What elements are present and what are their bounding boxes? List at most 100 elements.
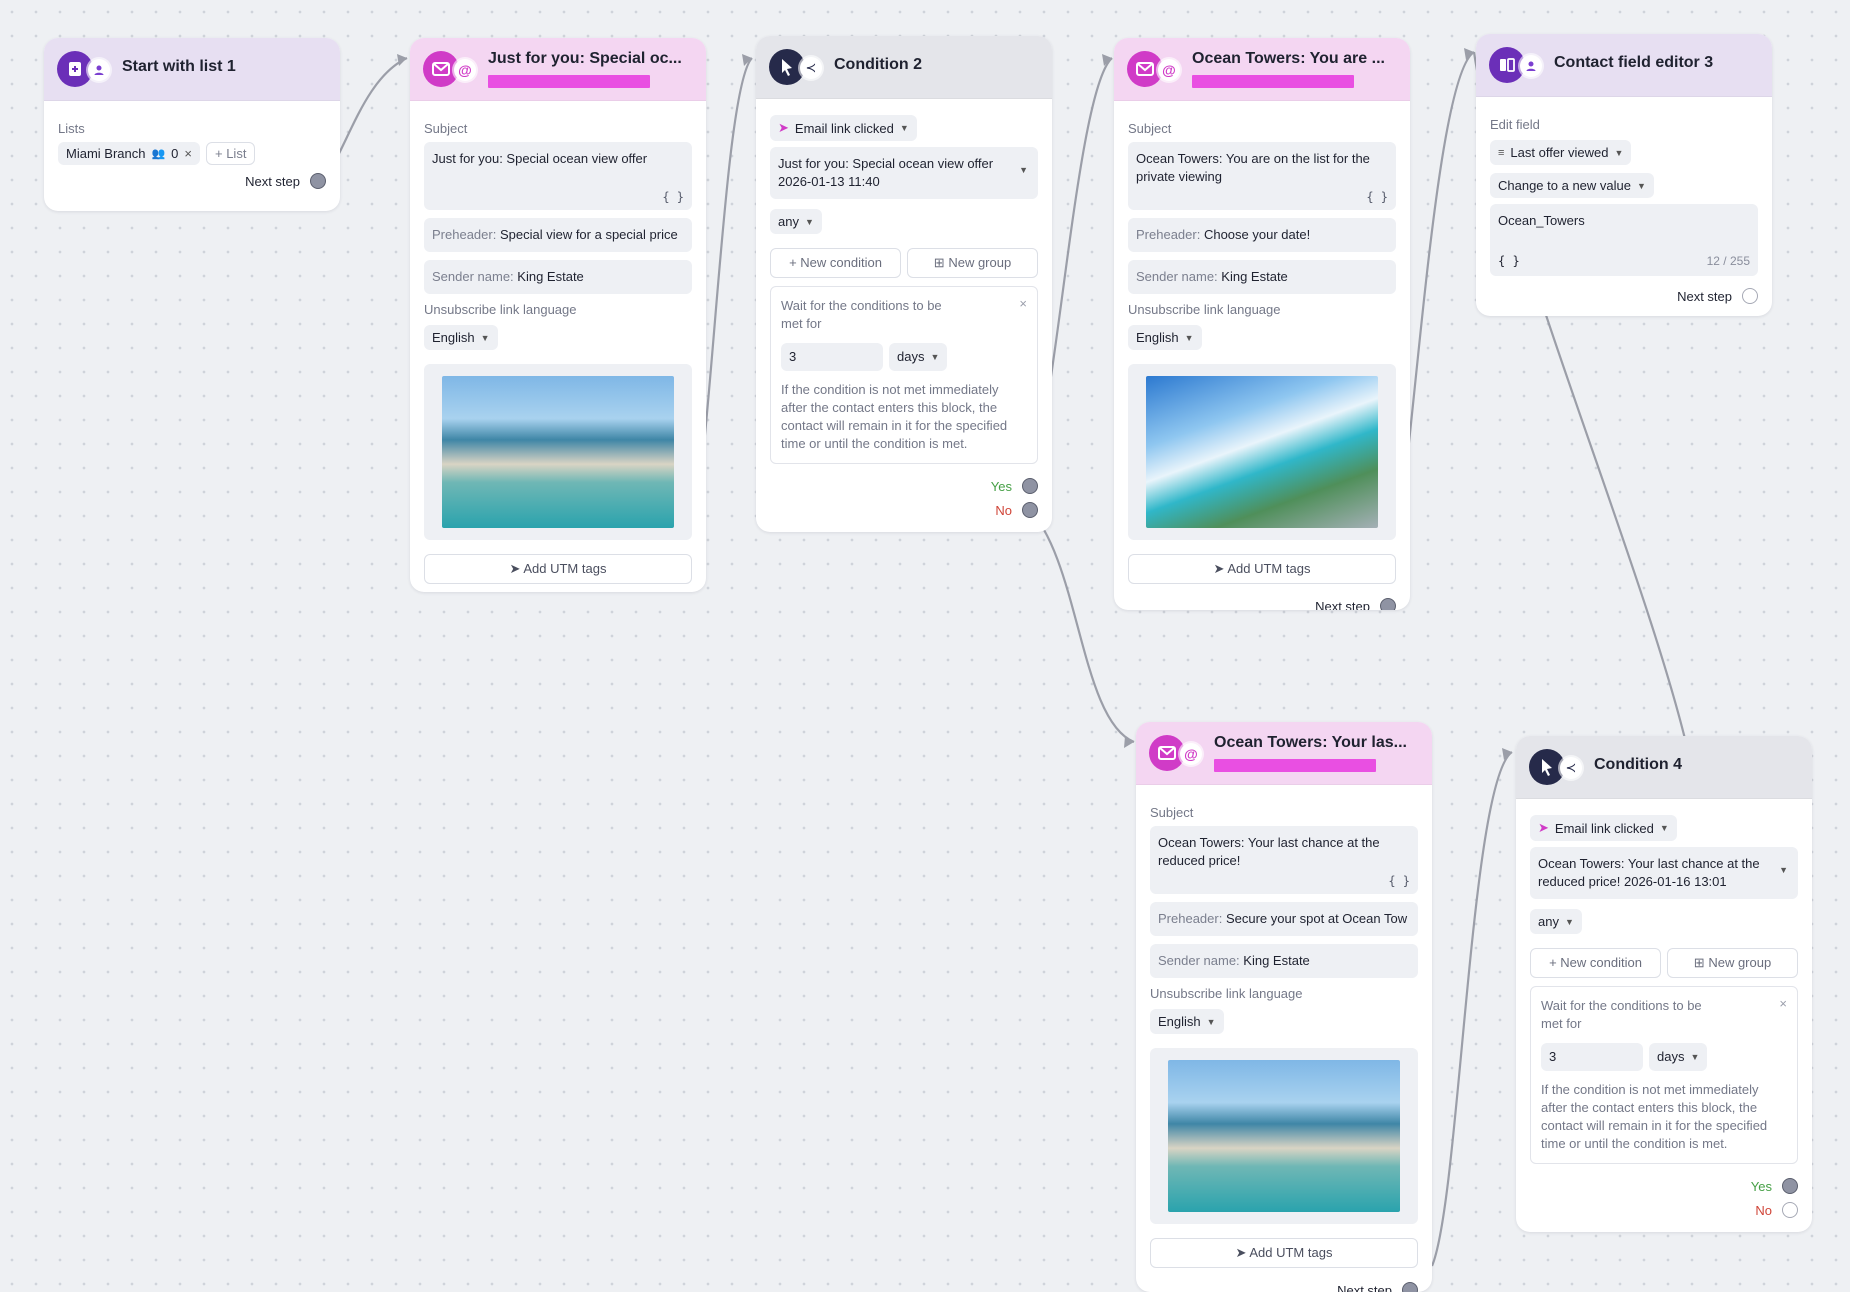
rocket-icon: ➤ [1236, 1245, 1247, 1260]
chevron-down-icon: ▼ [1637, 181, 1646, 191]
title-highlight [1214, 759, 1376, 772]
no-port[interactable] [1022, 502, 1038, 518]
close-icon[interactable]: × [184, 146, 192, 161]
condition-type-select[interactable]: ➤ Email link clicked ▼ [770, 115, 917, 141]
start-block-header[interactable]: Start with list 1 [44, 38, 340, 101]
no-row: No [1530, 1202, 1798, 1218]
add-utm-button[interactable]: ➤ Add UTM tags [1150, 1238, 1418, 1268]
condition-block-2[interactable]: ≺ Condition 2 ➤ Email link clicked ▼ Jus… [756, 36, 1052, 532]
add-list-button[interactable]: + List [206, 142, 255, 165]
chevron-down-icon: ▼ [1565, 917, 1574, 927]
yes-port[interactable] [1782, 1178, 1798, 1194]
email-block-2-header[interactable]: @ Ocean Towers: You are ... [1114, 38, 1410, 101]
preheader-field[interactable]: Preheader: Special view for a special pr… [424, 218, 692, 252]
wait-unit-value: days [897, 348, 924, 366]
link-select[interactable]: any ▼ [1530, 909, 1582, 934]
yes-row: Yes [1530, 1178, 1798, 1194]
email-reference-select[interactable]: Ocean Towers: Your last chance at the re… [1530, 847, 1798, 899]
yes-port[interactable] [1022, 478, 1038, 494]
sender-field[interactable]: Sender name: King Estate [1150, 944, 1418, 978]
email-block-3-title: Ocean Towers: Your las... [1214, 734, 1407, 752]
sender-field[interactable]: Sender name: King Estate [1128, 260, 1396, 294]
wait-unit-select[interactable]: days ▼ [889, 343, 947, 371]
connector-email3-cond4 [1432, 752, 1512, 1266]
next-step-port[interactable] [1742, 288, 1758, 304]
link-select-value: any [1538, 914, 1559, 929]
subject-field[interactable]: Just for you: Special ocean view offer {… [424, 142, 692, 210]
no-port[interactable] [1782, 1202, 1798, 1218]
preheader-field[interactable]: Preheader: Choose your date! [1128, 218, 1396, 252]
condition-block-4-header[interactable]: ≺ Condition 4 [1516, 736, 1812, 799]
preheader-value: Choose your date! [1204, 227, 1310, 242]
variables-icon[interactable]: { } [1366, 188, 1388, 206]
wait-title: Wait for the conditions to be met for [781, 297, 961, 333]
email-preview[interactable] [1128, 364, 1396, 540]
subject-field[interactable]: Ocean Towers: You are on the list for th… [1128, 142, 1396, 210]
action-select[interactable]: Change to a new value ▼ [1490, 173, 1654, 198]
chevron-down-icon: ▼ [1779, 861, 1788, 879]
share-icon: ≺ [1560, 757, 1582, 779]
wait-unit-select[interactable]: days ▼ [1649, 1043, 1707, 1071]
subject-label: Subject [424, 121, 692, 136]
contact-field-editor-block-3[interactable]: Contact field editor 3 Edit field ≡ Last… [1476, 34, 1772, 316]
chevron-down-icon: ▼ [805, 217, 814, 227]
subject-label: Subject [1128, 121, 1396, 136]
new-value-field[interactable]: Ocean_Towers { } 12 / 255 [1490, 204, 1758, 276]
sender-label: Sender name: [1136, 269, 1218, 284]
sender-label: Sender name: [432, 269, 514, 284]
wait-value-input[interactable]: 3 [1541, 1043, 1643, 1071]
subject-field[interactable]: Ocean Towers: Your last chance at the re… [1150, 826, 1418, 894]
language-select[interactable]: English ▼ [1150, 1009, 1224, 1034]
add-utm-button[interactable]: ➤ Add UTM tags [1128, 554, 1396, 584]
sender-field[interactable]: Sender name: King Estate [424, 260, 692, 294]
wait-note: If the condition is not met immediately … [781, 381, 1027, 453]
variables-icon[interactable]: { } [1388, 872, 1410, 890]
preheader-field[interactable]: Preheader: Secure your spot at Ocean Tow [1150, 902, 1418, 936]
email-preview[interactable] [424, 364, 692, 540]
title-highlight [488, 75, 650, 88]
condition-block-2-header[interactable]: ≺ Condition 2 [756, 36, 1052, 99]
wait-value-input[interactable]: 3 [781, 343, 883, 371]
add-utm-label: Add UTM tags [1249, 1245, 1332, 1260]
new-group-button[interactable]: ⊞ New group [907, 248, 1038, 278]
new-condition-button[interactable]: + New condition [770, 248, 901, 278]
plus-icon: ⊞ [934, 255, 945, 270]
start-block[interactable]: Start with list 1 Lists Miami Branch 👥 0… [44, 38, 340, 211]
subject-value: Ocean Towers: Your last chance at the re… [1158, 835, 1380, 868]
condition-type-select[interactable]: ➤ Email link clicked ▼ [1530, 815, 1677, 841]
new-group-button[interactable]: ⊞ New group [1667, 948, 1798, 978]
email-block-3[interactable]: @ Ocean Towers: Your las... Subject Ocea… [1136, 722, 1432, 1292]
link-select[interactable]: any ▼ [770, 209, 822, 234]
language-select[interactable]: English ▼ [1128, 325, 1202, 350]
email-block-3-header[interactable]: @ Ocean Towers: Your las... [1136, 722, 1432, 785]
add-utm-button[interactable]: ➤ Add UTM tags [424, 554, 692, 584]
field-select[interactable]: ≡ Last offer viewed ▼ [1490, 140, 1631, 165]
contact-field-editor-header[interactable]: Contact field editor 3 [1476, 34, 1772, 97]
language-select[interactable]: English ▼ [424, 325, 498, 350]
user-icon [88, 59, 110, 81]
email-reference-value: Just for you: Special ocean view offer 2… [778, 156, 993, 189]
email-block-1[interactable]: @ Just for you: Special oc... Subject Ju… [410, 38, 706, 592]
wait-title: Wait for the conditions to be met for [1541, 997, 1721, 1033]
chevron-down-icon: ▼ [1660, 823, 1669, 833]
email-preview[interactable] [1150, 1048, 1418, 1224]
email-block-1-header[interactable]: @ Just for you: Special oc... [410, 38, 706, 101]
next-step-port[interactable] [1402, 1282, 1418, 1292]
list-chip[interactable]: Miami Branch 👥 0 × [58, 142, 200, 165]
variables-icon[interactable]: { } [662, 188, 684, 206]
next-step-port[interactable] [1380, 598, 1396, 610]
wait-box: × Wait for the conditions to be met for … [1530, 986, 1798, 1164]
yes-row: Yes [770, 478, 1038, 494]
condition-block-4[interactable]: ≺ Condition 4 ➤ Email link clicked ▼ Oce… [1516, 736, 1812, 1232]
close-icon[interactable]: × [1779, 995, 1787, 1013]
rocket-icon: ➤ [510, 561, 521, 576]
next-step-port[interactable] [310, 173, 326, 189]
next-step-label: Next step [1337, 1283, 1392, 1292]
next-step-row: Next step [1128, 598, 1396, 610]
new-condition-button[interactable]: + New condition [1530, 948, 1661, 978]
variables-icon[interactable]: { } [1498, 252, 1520, 270]
share-icon: ≺ [800, 57, 822, 79]
close-icon[interactable]: × [1019, 295, 1027, 313]
email-block-2[interactable]: @ Ocean Towers: You are ... Subject Ocea… [1114, 38, 1410, 610]
email-reference-select[interactable]: Just for you: Special ocean view offer 2… [770, 147, 1038, 199]
